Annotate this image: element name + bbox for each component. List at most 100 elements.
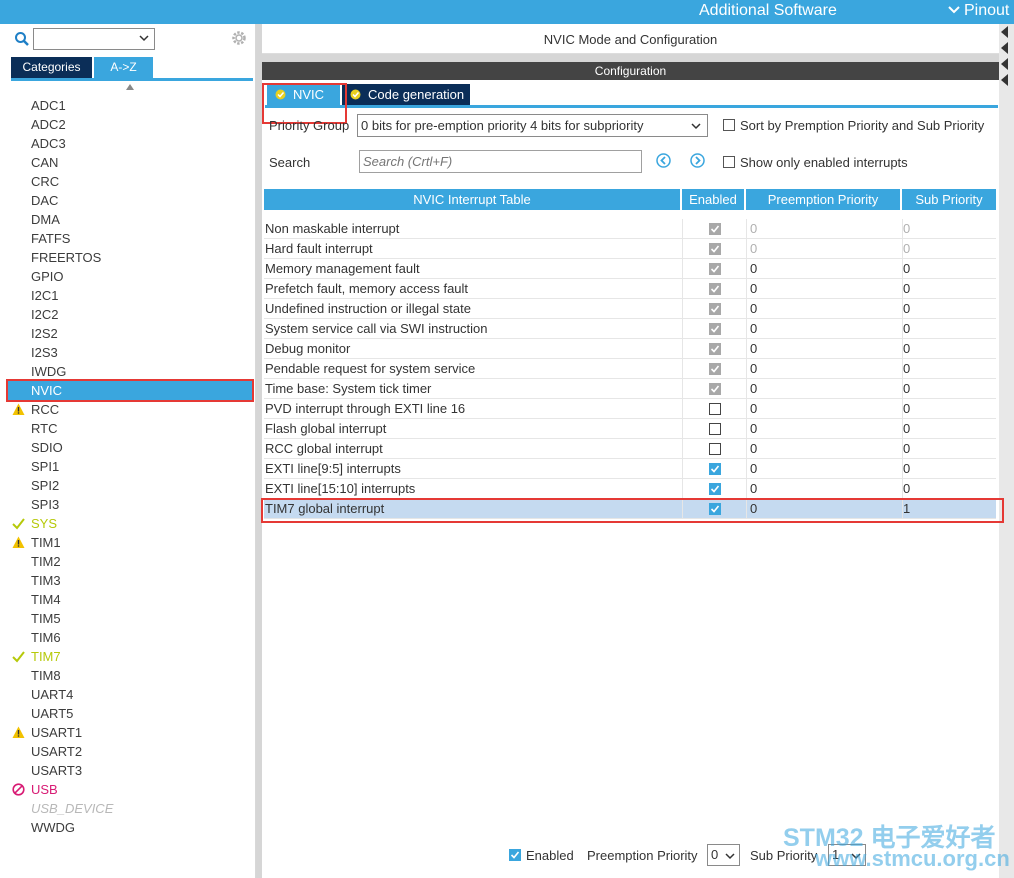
additional-software-tab[interactable]: Additional Software [699,2,837,20]
gear-icon[interactable] [230,29,248,47]
table-row[interactable]: Undefined instruction or illegal state 0 0 [264,299,996,319]
preemption-priority-cell[interactable]: 0 [746,419,900,439]
enabled-checkbox[interactable] [709,423,721,435]
peripheral-item-spi1[interactable]: SPI1 [8,457,252,476]
peripheral-item-wwdg[interactable]: WWDG [8,818,252,837]
peripheral-item-i2s2[interactable]: I2S2 [8,324,252,343]
collapse-arrow-icon[interactable] [1001,42,1008,54]
previous-icon[interactable] [656,153,671,168]
peripheral-item-sys[interactable]: SYS [8,514,252,533]
peripheral-item-usart2[interactable]: USART2 [8,742,252,761]
peripheral-item-spi3[interactable]: SPI3 [8,495,252,514]
panel-splitter[interactable] [256,24,262,878]
sort-priority-checkbox[interactable] [723,119,735,131]
table-row[interactable]: RCC global interrupt 0 0 [264,439,996,459]
preemption-priority-cell[interactable]: 0 [746,359,900,379]
peripheral-item-sdio[interactable]: SDIO [8,438,252,457]
table-row[interactable]: Prefetch fault, memory access fault 0 0 [264,279,996,299]
preemption-priority-cell[interactable]: 0 [746,479,900,499]
tab-code-generation[interactable]: Code generation [342,84,470,105]
peripheral-item-tim6[interactable]: TIM6 [8,628,252,647]
peripheral-item-usb[interactable]: USB [8,780,252,799]
column-header-interrupt[interactable]: NVIC Interrupt Table [264,189,680,210]
preemption-priority-cell[interactable]: 0 [746,319,900,339]
peripheral-item-adc2[interactable]: ADC2 [8,115,252,134]
sub-priority-cell[interactable]: 0 [902,339,996,359]
preemption-priority-cell[interactable]: 0 [746,259,900,279]
next-icon[interactable] [690,153,705,168]
preemption-priority-select[interactable]: 0 [707,844,740,866]
peripheral-item-i2s3[interactable]: I2S3 [8,343,252,362]
collapse-arrow-icon[interactable] [1001,74,1008,86]
peripheral-item-usb-device[interactable]: USB_DEVICE [8,799,252,818]
peripheral-item-dac[interactable]: DAC [8,191,252,210]
peripheral-item-crc[interactable]: CRC [8,172,252,191]
show-enabled-checkbox[interactable] [723,156,735,168]
table-row[interactable]: Flash global interrupt 0 0 [264,419,996,439]
peripheral-item-can[interactable]: CAN [8,153,252,172]
enabled-checkbox[interactable] [709,463,721,475]
tab-a-to-z[interactable]: A->Z [94,57,153,78]
peripheral-item-uart5[interactable]: UART5 [8,704,252,723]
column-header-sub-priority[interactable]: Sub Priority [902,189,996,210]
table-row[interactable]: EXTI line[15:10] interrupts 0 0 [264,479,996,499]
peripheral-item-uart4[interactable]: UART4 [8,685,252,704]
peripheral-item-tim1[interactable]: TIM1 [8,533,252,552]
column-header-enabled[interactable]: Enabled [682,189,744,210]
filter-combo[interactable] [33,28,155,50]
sub-priority-cell[interactable]: 0 [902,279,996,299]
search-input[interactable] [359,150,642,173]
sub-priority-cell[interactable]: 0 [902,419,996,439]
preemption-priority-cell[interactable]: 0 [746,459,900,479]
peripheral-item-tim3[interactable]: TIM3 [8,571,252,590]
preemption-priority-cell[interactable]: 0 [746,399,900,419]
enabled-checkbox[interactable] [709,483,721,495]
tab-categories[interactable]: Categories [11,57,92,78]
preemption-priority-cell[interactable]: 0 [746,379,900,399]
collapse-arrow-icon[interactable] [1001,58,1008,70]
table-row[interactable]: Debug monitor 0 0 [264,339,996,359]
sub-priority-cell[interactable]: 0 [902,479,996,499]
sub-priority-cell[interactable]: 0 [902,239,996,259]
peripheral-item-rcc[interactable]: RCC [8,400,252,419]
preemption-priority-cell[interactable]: 0 [746,219,900,239]
peripheral-item-i2c1[interactable]: I2C1 [8,286,252,305]
enabled-checkbox[interactable] [709,443,721,455]
peripheral-item-usart1[interactable]: USART1 [8,723,252,742]
sub-priority-cell[interactable]: 0 [902,459,996,479]
sub-priority-cell[interactable]: 0 [902,439,996,459]
preemption-priority-cell[interactable]: 0 [746,339,900,359]
peripheral-item-rtc[interactable]: RTC [8,419,252,438]
peripheral-item-tim4[interactable]: TIM4 [8,590,252,609]
peripheral-item-usart3[interactable]: USART3 [8,761,252,780]
peripheral-item-adc1[interactable]: ADC1 [8,96,252,115]
preemption-priority-cell[interactable]: 0 [746,239,900,259]
sub-priority-cell[interactable]: 0 [902,219,996,239]
peripheral-item-fatfs[interactable]: FATFS [8,229,252,248]
sub-priority-cell[interactable]: 0 [902,379,996,399]
sub-priority-cell[interactable]: 0 [902,359,996,379]
table-row[interactable]: Hard fault interrupt 0 0 [264,239,996,259]
sub-priority-cell[interactable]: 0 [902,319,996,339]
peripheral-item-tim7[interactable]: TIM7 [8,647,252,666]
table-row[interactable]: Pendable request for system service 0 0 [264,359,996,379]
sort-up-icon[interactable] [126,83,134,91]
peripheral-item-dma[interactable]: DMA [8,210,252,229]
sub-priority-cell[interactable]: 0 [902,399,996,419]
peripheral-item-adc3[interactable]: ADC3 [8,134,252,153]
column-header-preemption[interactable]: Preemption Priority [746,189,900,210]
peripheral-item-tim2[interactable]: TIM2 [8,552,252,571]
peripheral-item-tim5[interactable]: TIM5 [8,609,252,628]
peripheral-item-gpio[interactable]: GPIO [8,267,252,286]
table-row[interactable]: Time base: System tick timer 0 0 [264,379,996,399]
pinout-menu[interactable]: Pinout [948,2,1009,20]
preemption-priority-cell[interactable]: 0 [746,279,900,299]
enabled-checkbox[interactable] [509,849,521,861]
peripheral-item-iwdg[interactable]: IWDG [8,362,252,381]
enabled-checkbox[interactable] [709,403,721,415]
preemption-priority-cell[interactable]: 0 [746,299,900,319]
peripheral-item-tim8[interactable]: TIM8 [8,666,252,685]
preemption-priority-cell[interactable]: 0 [746,439,900,459]
priority-group-select[interactable]: 0 bits for pre-emption priority 4 bits f… [357,114,708,137]
table-row[interactable]: System service call via SWI instruction 0… [264,319,996,339]
